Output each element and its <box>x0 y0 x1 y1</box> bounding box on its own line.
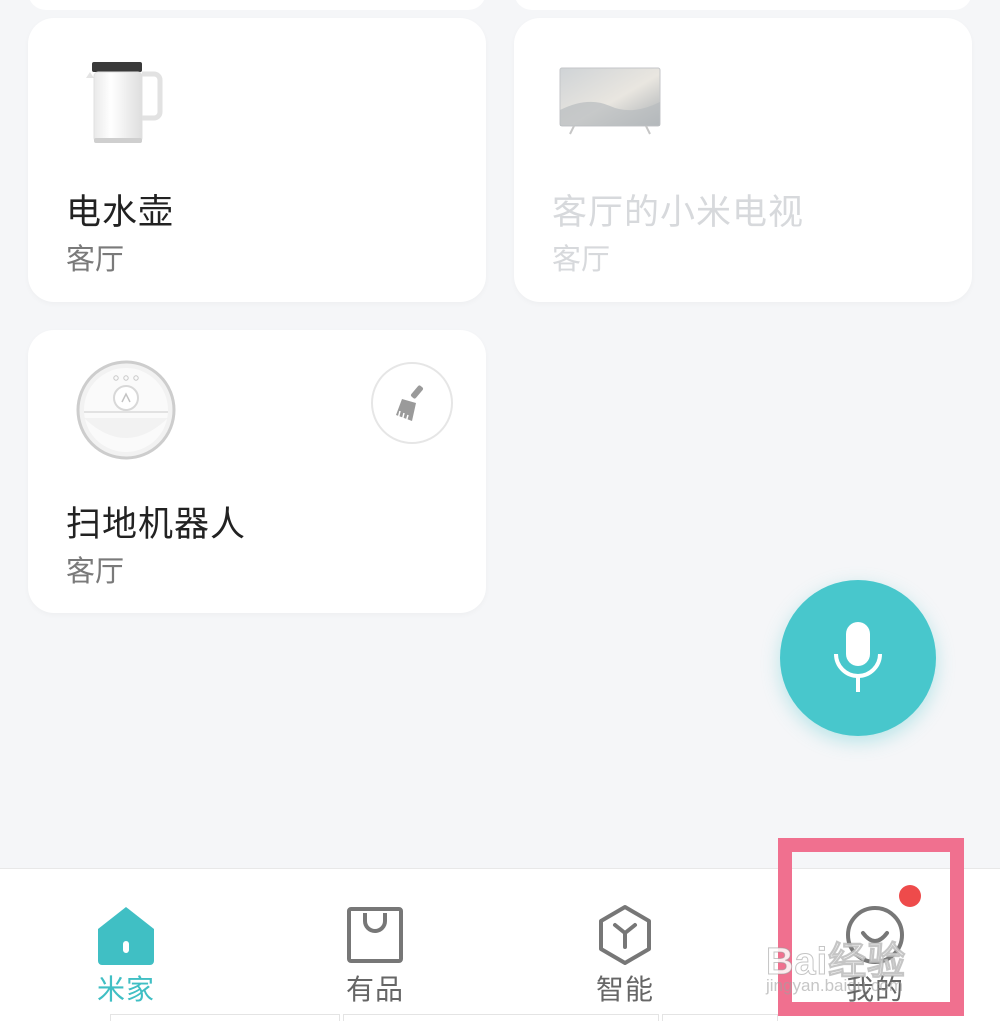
tab-home[interactable]: 米家 <box>46 869 206 1021</box>
home-icon <box>98 907 154 965</box>
voice-assistant-button[interactable] <box>780 580 936 736</box>
bottom-edge-strip <box>662 1014 778 1021</box>
profile-face-icon <box>846 906 904 964</box>
device-room: 客厅 <box>66 242 125 276</box>
shopping-bag-icon <box>347 907 403 963</box>
tab-label: 有品 <box>345 973 404 1006</box>
device-card-robot-vacuum[interactable]: 扫地机器人 客厅 <box>28 330 486 613</box>
bottom-edge-strip <box>343 1014 659 1021</box>
bottom-tab-bar: 米家 有品 智能 我的 <box>0 868 1000 1021</box>
tab-label: 我的 <box>845 973 904 1006</box>
bottom-edge-strip <box>110 1014 340 1021</box>
broom-icon <box>396 385 423 423</box>
tab-me[interactable]: 我的 <box>795 869 955 1021</box>
device-name: 电水壶 <box>66 193 175 233</box>
tab-label: 智能 <box>595 973 654 1006</box>
device-card-kettle[interactable]: 电水壶 客厅 <box>28 18 486 302</box>
device-room: 客厅 <box>552 242 611 276</box>
device-list-screen: 电水壶 客厅 客厅的小米电视 客厅 扫地机器人 客厅 米家 有品 智能 我的 B… <box>0 0 1000 1021</box>
smart-cube-icon <box>599 905 651 965</box>
tab-smart[interactable]: 智能 <box>545 869 705 1021</box>
kettle-icon <box>86 62 163 143</box>
device-name: 客厅的小米电视 <box>552 193 805 233</box>
tab-label: 米家 <box>96 973 155 1006</box>
tab-store[interactable]: 有品 <box>295 869 455 1021</box>
notification-badge <box>899 885 921 907</box>
tv-icon <box>559 67 661 135</box>
device-card-tv[interactable]: 客厅的小米电视 客厅 <box>514 18 972 302</box>
microphone-icon <box>834 622 882 692</box>
device-room: 客厅 <box>66 554 125 588</box>
robot-vacuum-icon <box>76 360 176 460</box>
device-name: 扫地机器人 <box>66 505 247 545</box>
quick-clean-button[interactable] <box>371 362 453 444</box>
